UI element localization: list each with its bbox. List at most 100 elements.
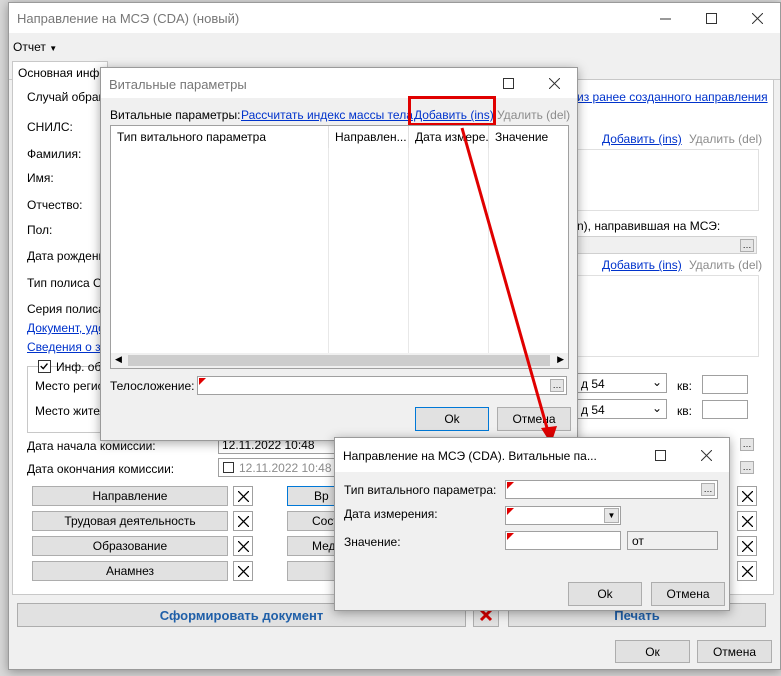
close-button[interactable] xyxy=(734,3,780,33)
vital-cancel-button[interactable]: Отмена xyxy=(497,407,571,431)
value-label: Значение: xyxy=(344,535,401,549)
document-link[interactable]: Документ, удо xyxy=(27,321,105,335)
horizontal-scrollbar[interactable]: ◀ ▶ xyxy=(111,353,568,368)
main-ok-button[interactable]: Ок xyxy=(615,640,690,663)
add-highlight-box xyxy=(408,96,496,126)
vital-delete-link[interactable]: Удалить (del) xyxy=(497,108,570,122)
clear-right-button-1[interactable] xyxy=(737,486,757,506)
col-header-type[interactable]: Тип витального параметра xyxy=(111,126,329,148)
date-dropdown-button[interactable]: ▼ xyxy=(604,508,619,523)
vital-grid-header: Тип витального параметра Направлен... Да… xyxy=(111,126,568,148)
close-icon xyxy=(751,12,763,24)
section-button-work[interactable]: Трудовая деятельность xyxy=(32,511,228,531)
commission-end-checkbox[interactable] xyxy=(223,462,234,473)
delete-button-1[interactable]: Удалить (del) xyxy=(689,132,762,146)
minimize-button[interactable] xyxy=(642,3,688,33)
main-cancel-button[interactable]: Отмена xyxy=(697,640,772,663)
close-icon xyxy=(237,540,249,552)
section-button-right-1[interactable]: Вр xyxy=(287,486,337,506)
vital-close-button[interactable] xyxy=(531,68,577,98)
section-button-right-2[interactable]: Сост xyxy=(287,511,339,531)
add-button-2[interactable]: Добавить (ins) xyxy=(602,258,682,272)
close-icon xyxy=(741,540,753,552)
name-label: Имя: xyxy=(27,171,54,185)
info-link[interactable]: Сведения о за xyxy=(27,340,107,354)
registration-address-field[interactable]: д 54 ⌄ xyxy=(577,373,667,393)
scroll-left-icon[interactable]: ◀ xyxy=(115,354,122,365)
snils-label: СНИЛС: xyxy=(27,120,73,134)
col-header-value[interactable]: Значение xyxy=(489,126,568,148)
section-button-direction[interactable]: Направление xyxy=(32,486,228,506)
delete-button-2[interactable]: Удалить (del) xyxy=(689,258,762,272)
section-button-direction-label: Направление xyxy=(92,489,168,503)
value-field[interactable] xyxy=(505,531,621,550)
param-type-ellipsis-button[interactable]: … xyxy=(701,483,715,496)
required-marker xyxy=(507,533,514,540)
clear-right-button-4[interactable] xyxy=(737,561,757,581)
case-label: Случай обращ xyxy=(27,90,109,104)
close-icon xyxy=(741,565,753,577)
sex-label: Пол: xyxy=(27,223,53,237)
body-type-field[interactable]: … xyxy=(197,376,567,395)
clear-education-button[interactable] xyxy=(233,536,253,556)
clear-anamnesis-button[interactable] xyxy=(233,561,253,581)
measure-date-field[interactable]: ▼ xyxy=(505,506,621,525)
policy-series-label: Серия полиса: xyxy=(27,302,109,316)
dialog-ok-button[interactable]: Ok xyxy=(568,582,642,606)
col-header-date[interactable]: Дата измере... xyxy=(409,126,489,148)
clear-work-button[interactable] xyxy=(233,511,253,531)
living-address-value: д 54 xyxy=(581,403,605,417)
main-window-title: Направление на МСЭ (CDA) (новый) xyxy=(17,11,240,26)
ellipsis-button-a[interactable]: … xyxy=(740,438,754,451)
param-type-field[interactable]: … xyxy=(505,480,718,499)
report-menu[interactable]: Отчет ▼ xyxy=(13,40,57,54)
ellipsis-button-b[interactable]: … xyxy=(740,461,754,474)
surname-label: Фамилия: xyxy=(27,147,82,161)
kv-label-2: кв: xyxy=(677,404,692,418)
main-ok-label: Ок xyxy=(645,644,660,659)
apartment-field-2[interactable] xyxy=(702,400,748,419)
org-label: n), направившая на МСЭ: xyxy=(577,219,721,233)
apartment-field-1[interactable] xyxy=(702,375,748,394)
required-marker xyxy=(199,378,206,385)
dialog-cancel-button[interactable]: Отмена xyxy=(651,582,725,606)
dialog-titlebar: Направление на МСЭ (CDA). Витальные па..… xyxy=(335,438,729,472)
close-icon xyxy=(237,490,249,502)
body-type-label: Телосложение: xyxy=(110,379,195,393)
section-button-right-4[interactable] xyxy=(287,561,337,581)
clear-direction-button[interactable] xyxy=(233,486,253,506)
commission-end-field[interactable]: 12.11.2022 10:48 xyxy=(218,458,338,477)
vital-col-sep-2 xyxy=(408,148,409,353)
dialog-close-button[interactable] xyxy=(683,438,729,472)
close-icon xyxy=(548,77,560,89)
chevron-down-icon: ⌄ xyxy=(651,401,662,415)
inf-checkbox[interactable] xyxy=(38,360,51,373)
living-address-field[interactable]: д 54 ⌄ xyxy=(577,399,667,419)
tab-main-info[interactable]: Основная инфор xyxy=(12,61,108,80)
vital-ok-button[interactable]: Ok xyxy=(415,407,489,431)
add-button-1[interactable]: Добавить (ins) xyxy=(602,132,682,146)
scroll-thumb[interactable] xyxy=(128,355,550,366)
prev-direction-link[interactable]: из ранее созданного направления xyxy=(577,90,768,104)
section-button-anamnesis[interactable]: Анамнез xyxy=(32,561,228,581)
section-button-right-3[interactable]: Мед xyxy=(287,536,337,556)
scroll-right-icon[interactable]: ▶ xyxy=(557,354,564,365)
body-type-ellipsis-button[interactable]: … xyxy=(550,379,564,392)
close-icon xyxy=(237,565,249,577)
section-button-education[interactable]: Образование xyxy=(32,536,228,556)
unit-field: от xyxy=(627,531,718,550)
maximize-button[interactable] xyxy=(688,3,734,33)
col-header-direction[interactable]: Направлен... xyxy=(329,126,409,148)
clear-right-button-2[interactable] xyxy=(737,511,757,531)
vital-maximize-button[interactable] xyxy=(485,68,531,98)
section-button-right-1-label: Вр xyxy=(314,489,329,503)
commission-start-label: Дата начала комиссии: xyxy=(27,439,156,453)
dialog-maximize-button[interactable] xyxy=(637,438,683,472)
vital-window: Витальные параметры Витальные параметры:… xyxy=(100,67,578,441)
vital-grid: Тип витального параметра Направлен... Да… xyxy=(110,125,569,369)
org-ellipsis-button[interactable]: … xyxy=(740,239,754,252)
org-field[interactable]: … xyxy=(577,236,757,254)
bmi-link[interactable]: Рассчитать индекс массы тела xyxy=(241,108,413,122)
clear-right-button-3[interactable] xyxy=(737,536,757,556)
vital-params-label: Витальные параметры: xyxy=(110,108,241,122)
